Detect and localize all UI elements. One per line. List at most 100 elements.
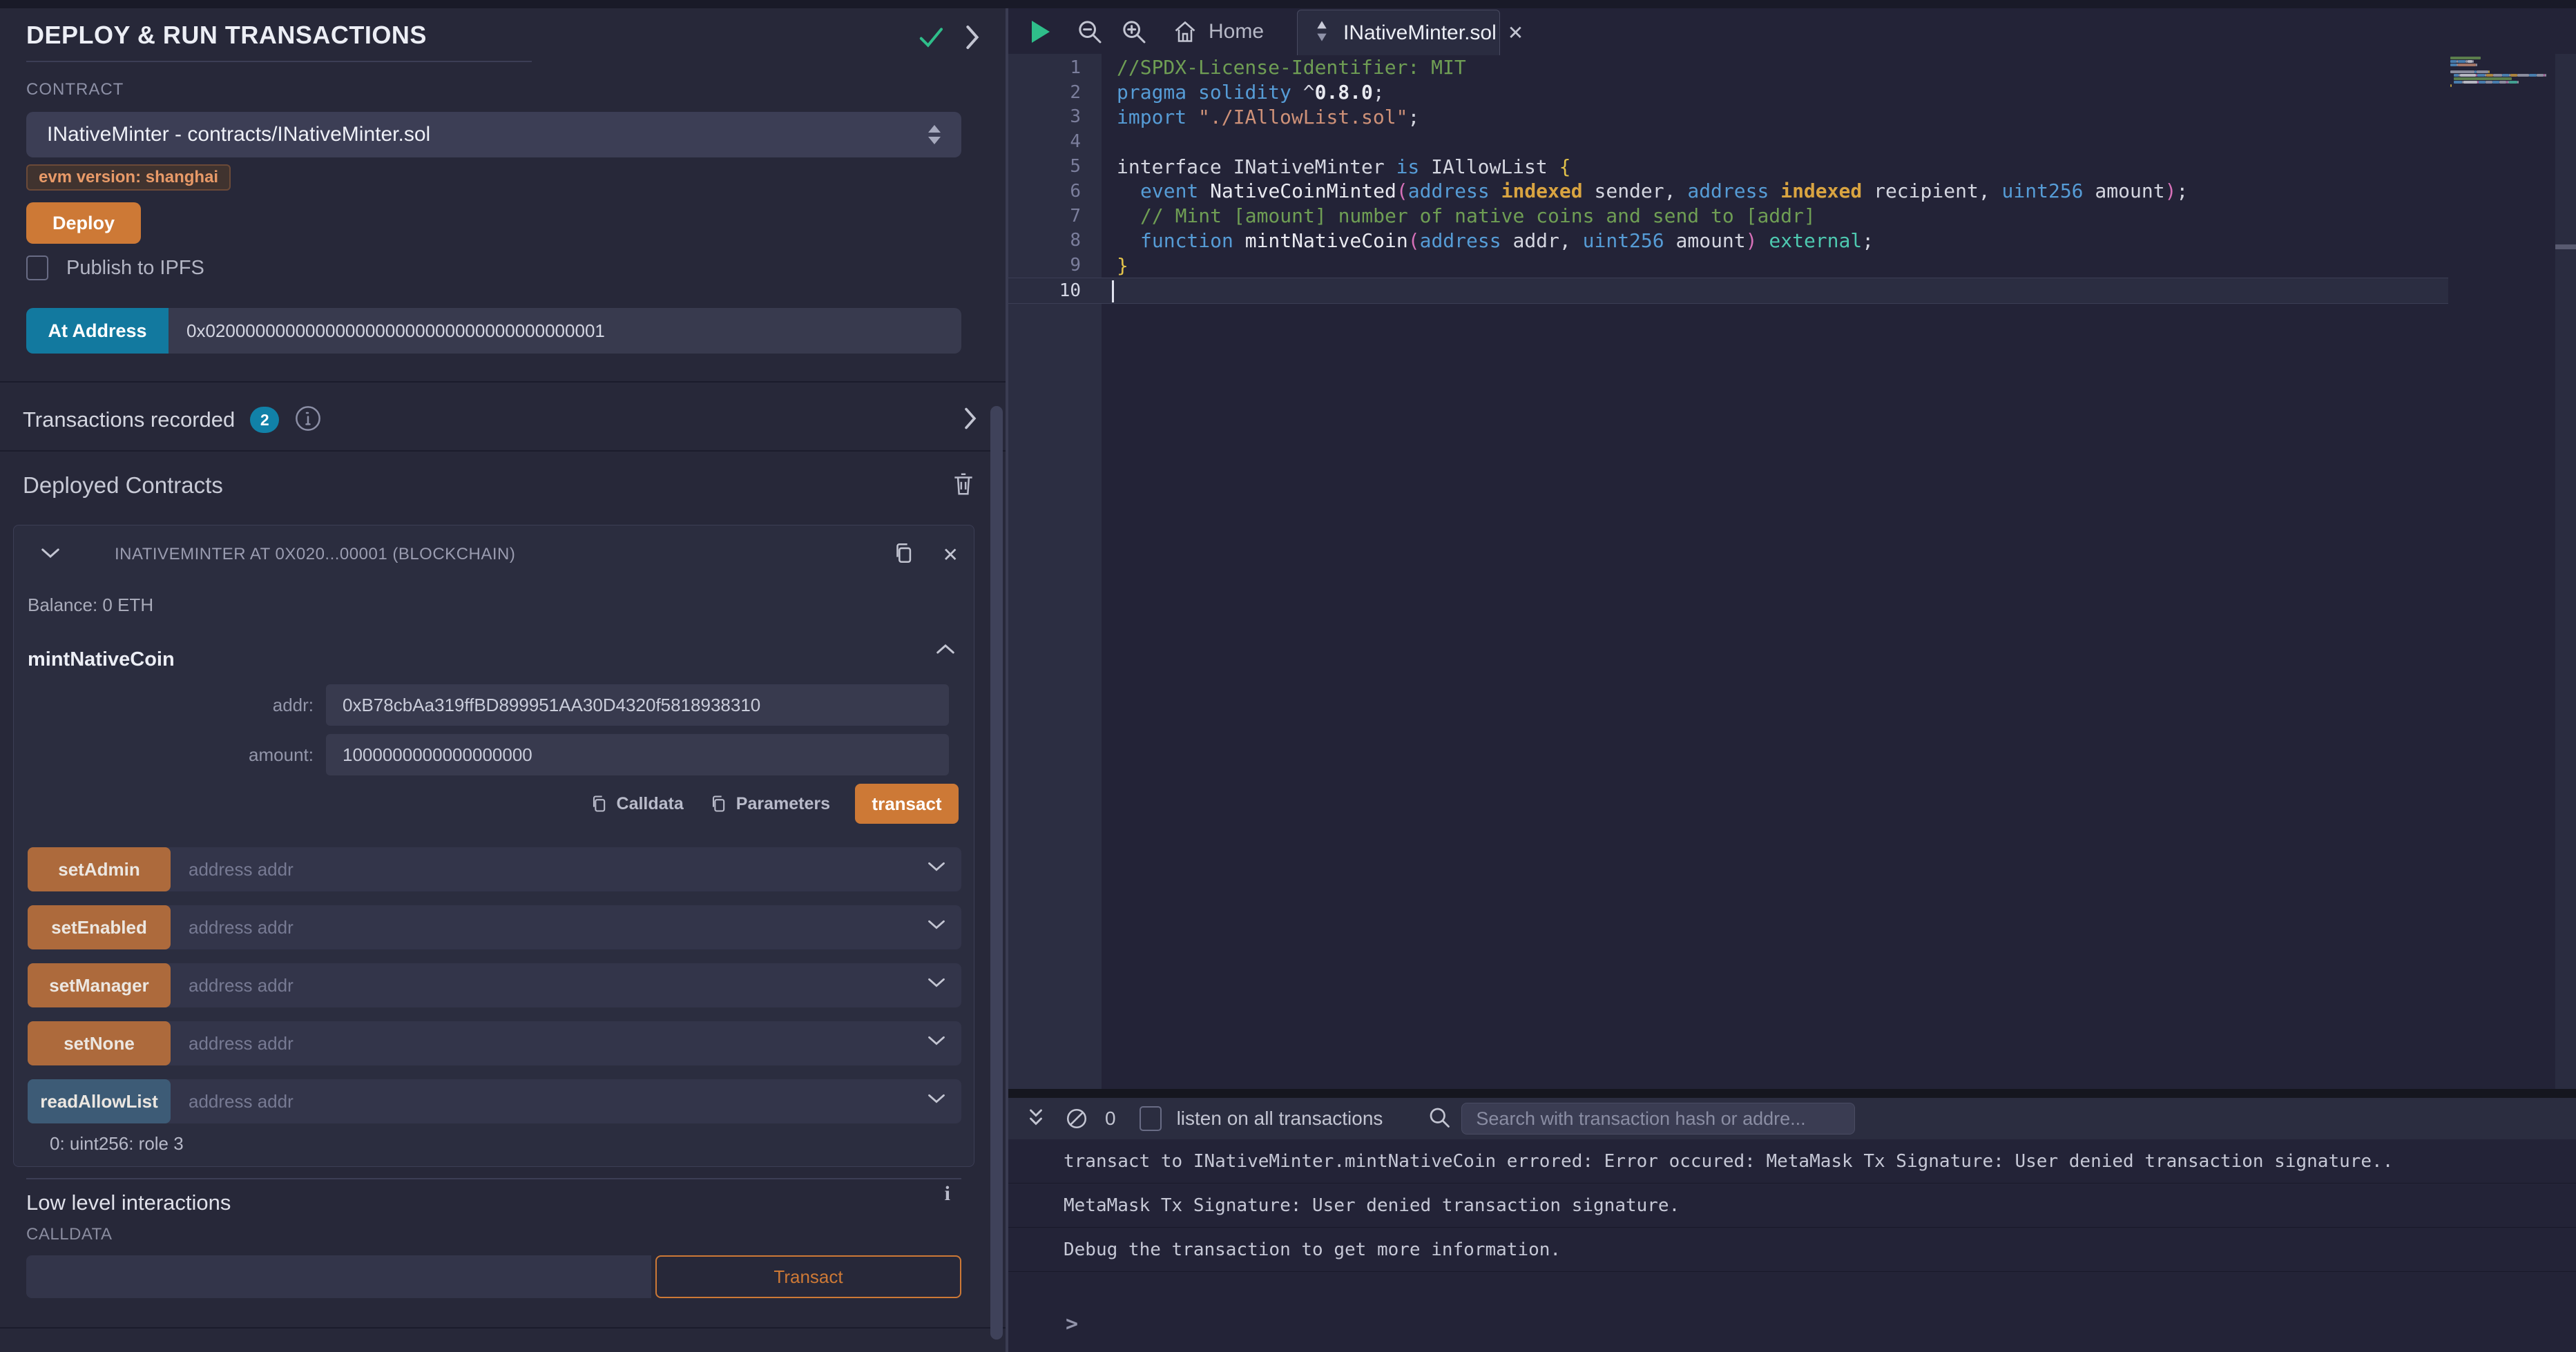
function-row: setNone address addr [28,1021,961,1065]
contract-select-value: INativeMinter - contracts/INativeMinter.… [47,123,430,146]
function-arg-input[interactable]: address addr [189,975,294,996]
editor-overview-ruler[interactable] [2555,54,2576,1089]
tab-close-icon[interactable]: ✕ [1508,21,1524,44]
code-token [1490,180,1501,202]
code-token: recipient, [1862,180,2001,202]
code-token: IAllowList [1419,155,1559,178]
panel-collapse-chevron-right-icon[interactable] [964,23,981,55]
calldata-copy-button[interactable]: Calldata [589,793,684,815]
code-line: 10 [1008,278,2448,304]
minimap-line [2450,84,2555,87]
code-token [1186,106,1198,128]
contract-card-header[interactable]: INATIVEMINTER AT 0X020...00001 (BLOCKCHA… [14,538,974,571]
terminal-resize-handle[interactable] [1008,1089,2576,1098]
at-address-button[interactable]: At Address [26,308,169,354]
chevron-up-icon[interactable] [935,641,956,660]
code-text: interface INativeMinter is IAllowList { [1081,155,1570,178]
copy-icon [709,793,728,815]
text-cursor [1112,280,1114,302]
code-token: sender, [1583,180,1688,202]
chevron-down-icon[interactable] [927,1092,946,1109]
chevron-down-icon[interactable] [40,545,61,564]
function-button-setManager[interactable]: setManager [28,963,171,1007]
publish-ipfs-checkbox[interactable] [26,255,48,280]
line-number: 5 [1008,156,1081,177]
code-token [1198,180,1210,202]
left-panel-scrollbar[interactable] [990,406,1003,1340]
chevron-down-icon[interactable] [927,1034,946,1051]
tab-inativeminter-sol[interactable]: INativeMinter.sol ✕ [1297,10,1500,55]
code-line: 8function mintNativeCoin(address addr, u… [1008,229,2448,253]
deployed-contract-card: INATIVEMINTER AT 0X020...00001 (BLOCKCHA… [13,525,974,1167]
terminal-collapse-double-chevron-icon[interactable] [1025,1106,1047,1131]
code-token: external [1769,229,1862,252]
solidity-file-icon [1311,19,1332,46]
chevron-down-icon[interactable] [927,860,946,877]
function-arg-input[interactable]: address addr [189,859,294,880]
terminal-log: transact to INativeMinter.mintNativeCoin… [1008,1139,2576,1272]
code-token [1233,229,1245,252]
function-arg-input[interactable]: address addr [189,1091,294,1112]
line-number: 2 [1008,82,1081,103]
addr-field-input[interactable] [326,684,949,726]
copy-address-icon[interactable] [892,540,915,570]
function-button-setNone[interactable]: setNone [28,1021,171,1065]
line-number: 9 [1008,255,1081,276]
terminal-message: Debug the transaction to get more inform… [1008,1228,2576,1272]
run-script-play-icon[interactable] [1032,21,1050,43]
listen-transactions-checkbox[interactable] [1140,1106,1162,1131]
code-line: 7// Mint [amount] number of native coins… [1008,204,2448,229]
code-token: uint256 [2002,180,2084,202]
code-token: ( [1396,180,1408,202]
close-instance-icon[interactable]: ✕ [943,543,959,566]
function-button-setAdmin[interactable]: setAdmin [28,847,171,891]
code-area[interactable]: 1//SPDX-License-Identifier: MIT2pragma s… [1008,55,2448,304]
transact-button[interactable]: transact [855,784,959,824]
amount-field-input[interactable] [326,734,949,775]
contract-select[interactable]: INativeMinter - contracts/INativeMinter.… [26,112,961,157]
parameters-copy-button[interactable]: Parameters [709,793,830,815]
line-number: 8 [1008,230,1081,251]
file-tab-label: INativeMinter.sol [1343,21,1497,45]
zoom-out-icon[interactable] [1076,18,1104,46]
function-button-readAllowList[interactable]: readAllowList [28,1079,171,1123]
code-token: import [1117,106,1186,128]
line-number: 4 [1008,131,1081,152]
chevron-down-icon[interactable] [927,976,946,993]
home-icon [1173,19,1198,44]
code-token: function [1140,229,1233,252]
zoom-in-icon[interactable] [1120,18,1148,46]
function-arg-input[interactable]: address addr [189,917,294,938]
clear-console-circle-slash-icon[interactable] [1065,1107,1088,1130]
calldata-chip-label: Calldata [617,794,684,814]
low-level-calldata-input[interactable] [26,1255,651,1298]
minimap-line [2450,88,2555,90]
tab-home[interactable]: Home [1173,19,1264,44]
transactions-expand-chevron-icon[interactable] [963,406,978,434]
code-token: indexed [1780,180,1862,202]
info-i-icon: i [945,1182,950,1206]
code-token: ( [1408,229,1420,252]
function-arg-input[interactable]: address addr [189,1033,294,1054]
line-number: 1 [1008,57,1081,78]
function-row: setEnabled address addr [28,905,961,949]
code-token: is [1396,155,1420,178]
section-divider [0,450,1006,452]
deploy-run-panel: DEPLOY & RUN TRANSACTIONS CONTRACT INati… [0,8,1006,1352]
chevron-down-icon[interactable] [927,918,946,935]
line-number: 7 [1008,206,1081,226]
code-token: interface INativeMinter [1117,155,1396,178]
deploy-button[interactable]: Deploy [26,202,141,244]
code-token: solidity [1198,81,1291,104]
at-address-input[interactable]: 0x02000000000000000000000000000000000000… [169,308,961,354]
contract-label: CONTRACT [26,80,124,99]
transactions-recorded-label: Transactions recorded [23,407,235,432]
code-token: ; [2176,180,2188,202]
trash-icon[interactable] [950,470,977,501]
low-level-transact-button[interactable]: Transact [655,1255,961,1298]
panel-divider[interactable] [1006,0,1008,1352]
terminal-search-input[interactable] [1461,1103,1855,1134]
editor-minimap[interactable] [2450,57,2555,91]
function-button-setEnabled[interactable]: setEnabled [28,905,171,949]
terminal-prompt[interactable]: > [1066,1312,1078,1336]
